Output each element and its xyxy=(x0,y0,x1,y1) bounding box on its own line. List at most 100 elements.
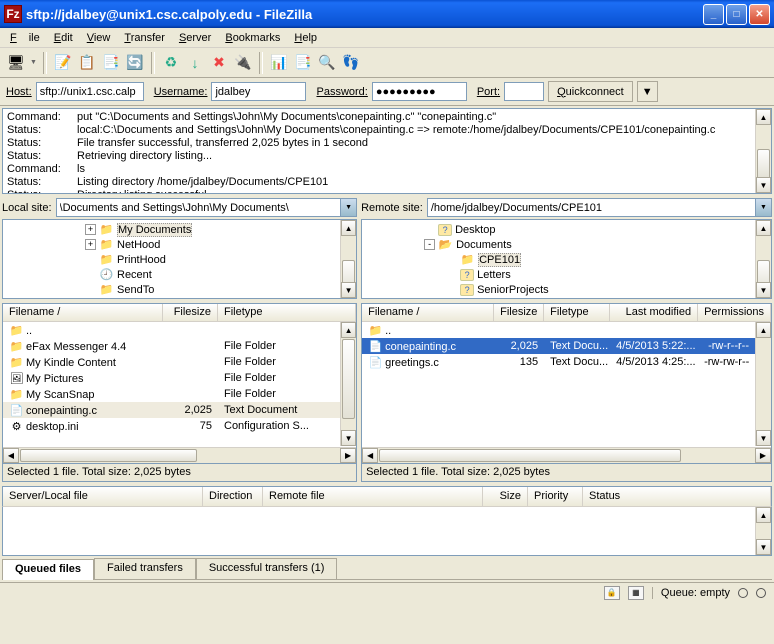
remote-site-dropdown[interactable]: ▼ xyxy=(755,198,772,217)
col-server[interactable]: Server/Local file xyxy=(3,487,203,506)
activity-dot xyxy=(738,588,748,598)
list-item[interactable]: 📁.. xyxy=(362,322,755,338)
col-remote[interactable]: Remote file xyxy=(263,487,483,506)
app-icon: Fz xyxy=(4,5,22,23)
toggle-queue-icon[interactable]: 📑 xyxy=(101,53,121,73)
cancel-icon[interactable]: ↓ xyxy=(185,53,205,73)
local-tree[interactable]: +📁My Documents+📁NetHood📁PrintHood🕘Recent… xyxy=(2,219,357,299)
sitemanager-dropdown[interactable]: ▼ xyxy=(30,59,37,66)
menu-view[interactable]: View xyxy=(81,30,117,45)
log-line: Command:ls xyxy=(7,163,751,176)
disconnect-icon[interactable]: ✖ xyxy=(209,53,229,73)
quickconnect-dropdown[interactable]: ▼ xyxy=(637,81,658,102)
compare-icon[interactable]: 📑 xyxy=(293,53,313,73)
list-item[interactable]: 📁eFax Messenger 4.4File Folder xyxy=(3,338,340,354)
tree-item[interactable]: +📁NetHood xyxy=(5,237,338,252)
local-list-header[interactable]: Filename / Filesize Filetype xyxy=(3,304,356,322)
tree-item[interactable]: -📂Documents xyxy=(364,237,753,252)
remote-site-input[interactable] xyxy=(427,198,755,217)
col-filesize[interactable]: Filesize xyxy=(163,304,218,321)
sitemanager-icon[interactable]: 🖥 xyxy=(6,53,26,73)
remote-site-label: Remote site: xyxy=(361,202,425,214)
menu-file[interactable]: File xyxy=(4,30,46,45)
tab-failed[interactable]: Failed transfers xyxy=(94,558,196,579)
quickconnect-button[interactable]: Quickconnect xyxy=(548,81,633,102)
col-filetype[interactable]: Filetype xyxy=(544,304,610,321)
tab-successful[interactable]: Successful transfers (1) xyxy=(196,558,338,579)
host-input[interactable] xyxy=(36,82,144,101)
host-label: Host: xyxy=(6,86,32,98)
close-button[interactable]: ✕ xyxy=(749,4,770,25)
lock-icon[interactable]: 🔒 xyxy=(604,586,620,600)
tree-item[interactable]: 🕘Recent xyxy=(5,267,338,282)
menu-transfer[interactable]: Transfer xyxy=(118,30,171,45)
list-item[interactable]: 📁My Kindle ContentFile Folder xyxy=(3,354,340,370)
list-item[interactable]: 📁.. xyxy=(3,322,340,338)
remote-tree-scrollbar[interactable]: ▲ ▼ xyxy=(755,220,771,298)
menu-help[interactable]: Help xyxy=(288,30,323,45)
queue-header[interactable]: Server/Local file Direction Remote file … xyxy=(2,486,772,506)
tree-item[interactable]: ?Letters xyxy=(364,267,753,282)
tree-item[interactable]: 📁CPE101 xyxy=(364,252,753,267)
local-site-input[interactable] xyxy=(56,198,341,217)
local-list-scrollbar[interactable]: ▲ ▼ xyxy=(340,322,356,446)
tree-item[interactable]: ?Desktop xyxy=(364,222,753,237)
tree-item[interactable]: 📁PrintHood xyxy=(5,252,338,267)
queue-scrollbar[interactable]: ▲ ▼ xyxy=(755,507,771,555)
col-priority[interactable]: Priority xyxy=(528,487,583,506)
maximize-button[interactable]: □ xyxy=(726,4,747,25)
col-direction[interactable]: Direction xyxy=(203,487,263,506)
queue-indicator-icon[interactable]: ▦ xyxy=(628,586,644,600)
list-item[interactable]: 🖼My PicturesFile Folder xyxy=(3,370,340,386)
remote-list-scrollbar-h[interactable]: ◀▶ xyxy=(362,447,771,463)
toggle-tree-icon[interactable]: 📋 xyxy=(77,53,97,73)
scroll-down-icon[interactable]: ▼ xyxy=(756,177,771,193)
list-item[interactable]: 📄conepainting.c2,025Text Docu...4/5/2013… xyxy=(362,338,755,354)
scroll-thumb[interactable] xyxy=(757,149,770,179)
col-filesize[interactable]: Filesize xyxy=(494,304,544,321)
list-item[interactable]: ⚙desktop.ini75Configuration S... xyxy=(3,418,340,434)
minimize-button[interactable]: _ xyxy=(703,4,724,25)
filter-icon[interactable]: 📊 xyxy=(269,53,289,73)
col-modified[interactable]: Last modified xyxy=(610,304,698,321)
menu-edit[interactable]: Edit xyxy=(48,30,79,45)
local-list-scrollbar-h[interactable]: ◀▶ xyxy=(3,447,356,463)
menu-bookmarks[interactable]: Bookmarks xyxy=(219,30,286,45)
col-status[interactable]: Status xyxy=(583,487,771,506)
username-input[interactable] xyxy=(211,82,306,101)
col-filetype[interactable]: Filetype xyxy=(218,304,356,321)
log-scrollbar-v[interactable]: ▲ ▼ xyxy=(755,109,771,193)
local-site-dropdown[interactable]: ▼ xyxy=(340,198,357,217)
col-permissions[interactable]: Permissions xyxy=(698,304,771,321)
remote-status: Selected 1 file. Total size: 2,025 bytes xyxy=(361,464,772,482)
queue-body: ▲ ▼ xyxy=(2,506,772,556)
remote-tree[interactable]: ?Desktop-📂Documents📁CPE101?Letters?Senio… xyxy=(361,219,772,299)
tree-item[interactable]: 📁SendTo xyxy=(5,282,338,297)
tab-queued[interactable]: Queued files xyxy=(2,559,94,580)
sync-icon[interactable]: 🔍 xyxy=(317,53,337,73)
local-status: Selected 1 file. Total size: 2,025 bytes xyxy=(2,464,357,482)
password-input[interactable] xyxy=(372,82,467,101)
list-item[interactable]: 📁My ScanSnapFile Folder xyxy=(3,386,340,402)
remote-list-header[interactable]: Filename / Filesize Filetype Last modifi… xyxy=(362,304,771,322)
tree-item[interactable]: +📁My Documents xyxy=(5,222,338,237)
log-line: Status:File transfer successful, transfe… xyxy=(7,137,751,150)
activity-dot xyxy=(756,588,766,598)
local-tree-scrollbar[interactable]: ▲ ▼ xyxy=(340,220,356,298)
reconnect-icon[interactable]: 🔌 xyxy=(233,53,253,73)
menu-server[interactable]: Server xyxy=(173,30,217,45)
col-filename[interactable]: Filename / xyxy=(3,304,163,321)
col-size[interactable]: Size xyxy=(483,487,528,506)
list-item[interactable]: 📄greetings.c135Text Docu...4/5/2013 4:25… xyxy=(362,354,755,370)
port-input[interactable] xyxy=(504,82,544,101)
toggle-log-icon[interactable]: 📝 xyxy=(53,53,73,73)
col-filename[interactable]: Filename / xyxy=(362,304,494,321)
scroll-up-icon[interactable]: ▲ xyxy=(756,109,771,125)
local-site-label: Local site: xyxy=(2,202,54,214)
refresh-icon[interactable]: 🔄 xyxy=(125,53,145,73)
list-item[interactable]: 📄conepainting.c2,025Text Document xyxy=(3,402,340,418)
search-icon[interactable]: 👣 xyxy=(341,53,361,73)
remote-list-scrollbar[interactable]: ▲ ▼ xyxy=(755,322,771,446)
process-queue-icon[interactable]: ♻ xyxy=(161,53,181,73)
tree-item[interactable]: ?SeniorProjects xyxy=(364,282,753,297)
